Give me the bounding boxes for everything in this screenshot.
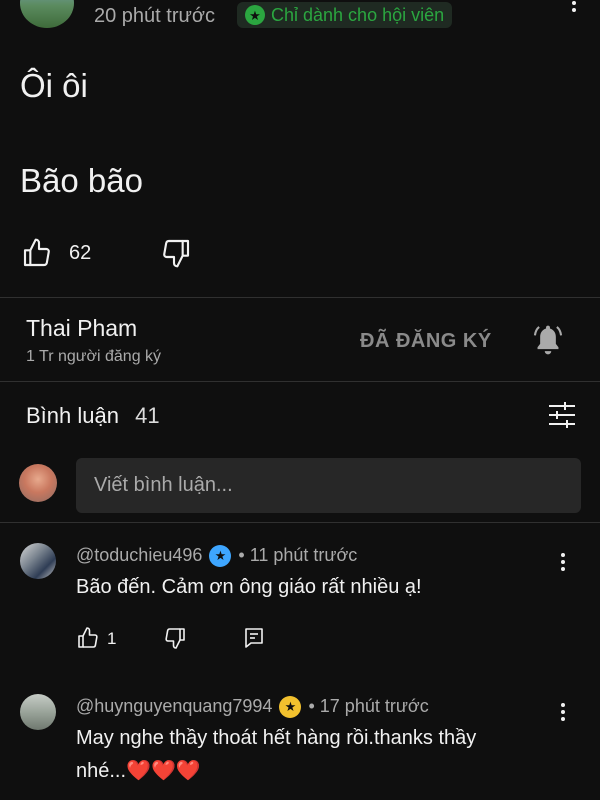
divider — [0, 522, 600, 523]
like-button[interactable] — [18, 235, 56, 271]
comment-like-button[interactable] — [74, 624, 102, 652]
current-user-avatar — [19, 464, 57, 502]
comment-header: @huynguyenquang7994 ★ • 17 phút trước — [76, 696, 429, 719]
thumb-down-icon — [165, 628, 185, 649]
comment-more-button[interactable] — [555, 550, 571, 574]
members-only-badge: ★ Chỉ dành cho hội viên — [237, 2, 453, 28]
comment-more-button[interactable] — [555, 700, 571, 724]
like-count: 62 — [69, 242, 92, 264]
divider — [0, 381, 600, 382]
post-author-avatar[interactable] — [20, 0, 74, 28]
divider — [0, 297, 600, 298]
notification-bell-button[interactable] — [530, 322, 566, 358]
sort-filter-icon — [549, 402, 575, 428]
comment-time: • 11 phút trước — [238, 545, 358, 565]
post-time: 20 phút trước — [94, 5, 216, 27]
post-text-line1: Ôi ôi — [20, 67, 88, 104]
commenter-handle[interactable]: @huynguyenquang7994 — [76, 696, 272, 716]
star-badge-icon: ★ — [209, 545, 232, 568]
members-only-label: Chỉ dành cho hội viên — [271, 4, 445, 25]
dislike-button[interactable] — [158, 235, 194, 271]
comment-dislike-button[interactable] — [161, 624, 189, 652]
subscriber-count: 1 Tr người đăng ký — [26, 348, 162, 365]
comment-text: May nghe thầy thoát hết hàng rồi.thanks … — [76, 727, 477, 749]
comments-count: 41 — [135, 403, 160, 428]
commenter-avatar[interactable] — [20, 543, 56, 579]
comment-like-count: 1 — [107, 629, 117, 648]
comments-title: Bình luận 41 — [26, 403, 160, 429]
comment-input[interactable]: Viết bình luận... — [76, 458, 581, 513]
thumb-up-icon — [78, 627, 98, 648]
comment-time: • 17 phút trước — [308, 696, 429, 716]
post-more-button[interactable] — [566, 0, 582, 18]
thumb-up-icon — [23, 238, 50, 267]
subscribed-button[interactable]: ĐÃ ĐĂNG KÝ — [360, 330, 492, 353]
sort-comments-button[interactable] — [544, 398, 580, 432]
comment-text: Bão đến. Cảm ơn ông giáo rất nhiều ạ! — [76, 576, 422, 598]
reply-button[interactable] — [240, 624, 268, 652]
commenter-handle[interactable]: @toduchieu496 — [76, 545, 202, 565]
star-icon: ★ — [245, 5, 265, 25]
comment-text-line2: nhé...❤️❤️❤️ — [76, 760, 201, 782]
commenter-avatar[interactable] — [20, 694, 56, 730]
comment-header: @toduchieu496 ★ • 11 phút trước — [76, 545, 358, 568]
thumb-down-icon — [163, 239, 190, 268]
star-badge-icon: ★ — [279, 696, 302, 719]
channel-name[interactable]: Thai Pham — [26, 315, 137, 342]
comments-title-label: Bình luận — [26, 403, 119, 428]
bell-icon — [533, 325, 563, 355]
reply-icon — [245, 628, 263, 648]
post-text-line2: Bão bão — [20, 162, 143, 199]
